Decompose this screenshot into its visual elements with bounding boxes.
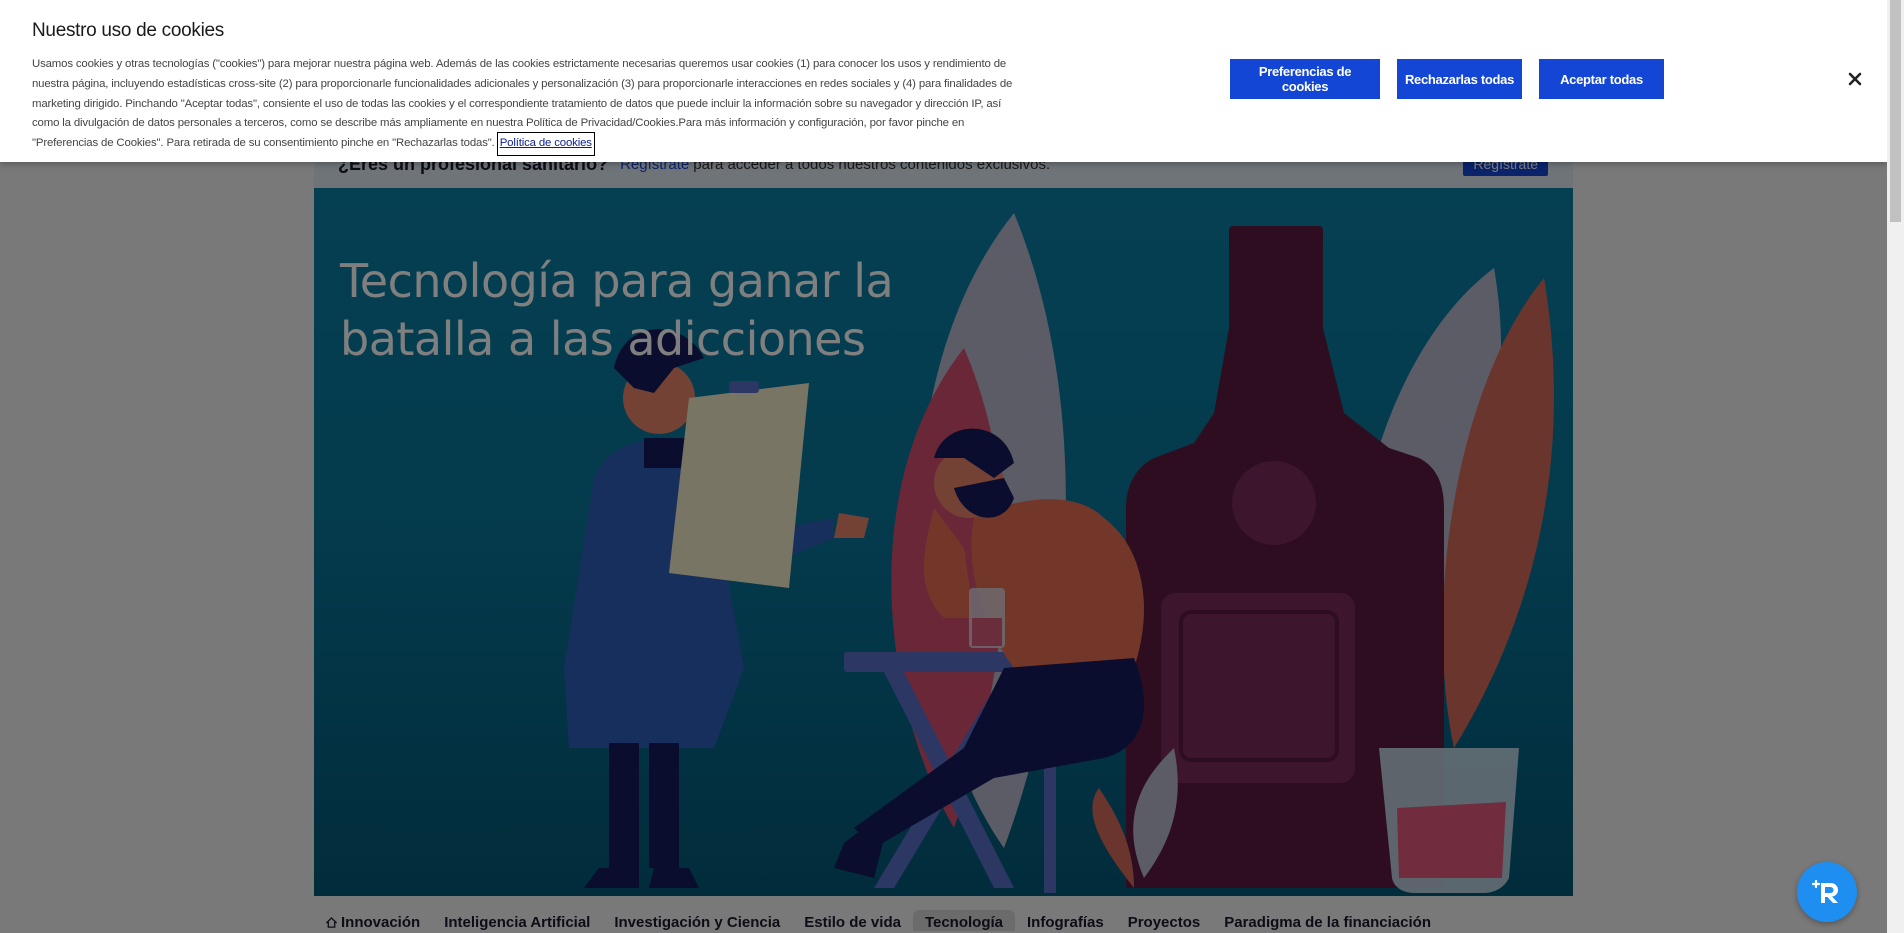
close-icon [1848, 72, 1862, 86]
chat-assistant-button[interactable] [1797, 862, 1857, 922]
close-button[interactable] [1843, 67, 1867, 91]
cookie-banner: Nuestro uso de cookies Usamos cookies y … [0, 0, 1887, 162]
accept-all-button[interactable]: Aceptar todas [1539, 59, 1664, 99]
reject-all-button[interactable]: Rechazarlas todas [1397, 59, 1522, 99]
page-scrollbar[interactable] [1887, 0, 1904, 933]
cookie-banner-text: Usamos cookies y otras tecnologías ("coo… [32, 55, 1022, 156]
scrollbar-thumb[interactable] [1890, 0, 1901, 222]
cookie-policy-link[interactable]: Política de cookies [496, 132, 595, 156]
cookie-preferences-button[interactable]: Preferencias de cookies [1230, 59, 1380, 99]
cookie-banner-title: Nuestro uso de cookies [32, 20, 224, 41]
assistant-logo-icon [1811, 879, 1838, 903]
